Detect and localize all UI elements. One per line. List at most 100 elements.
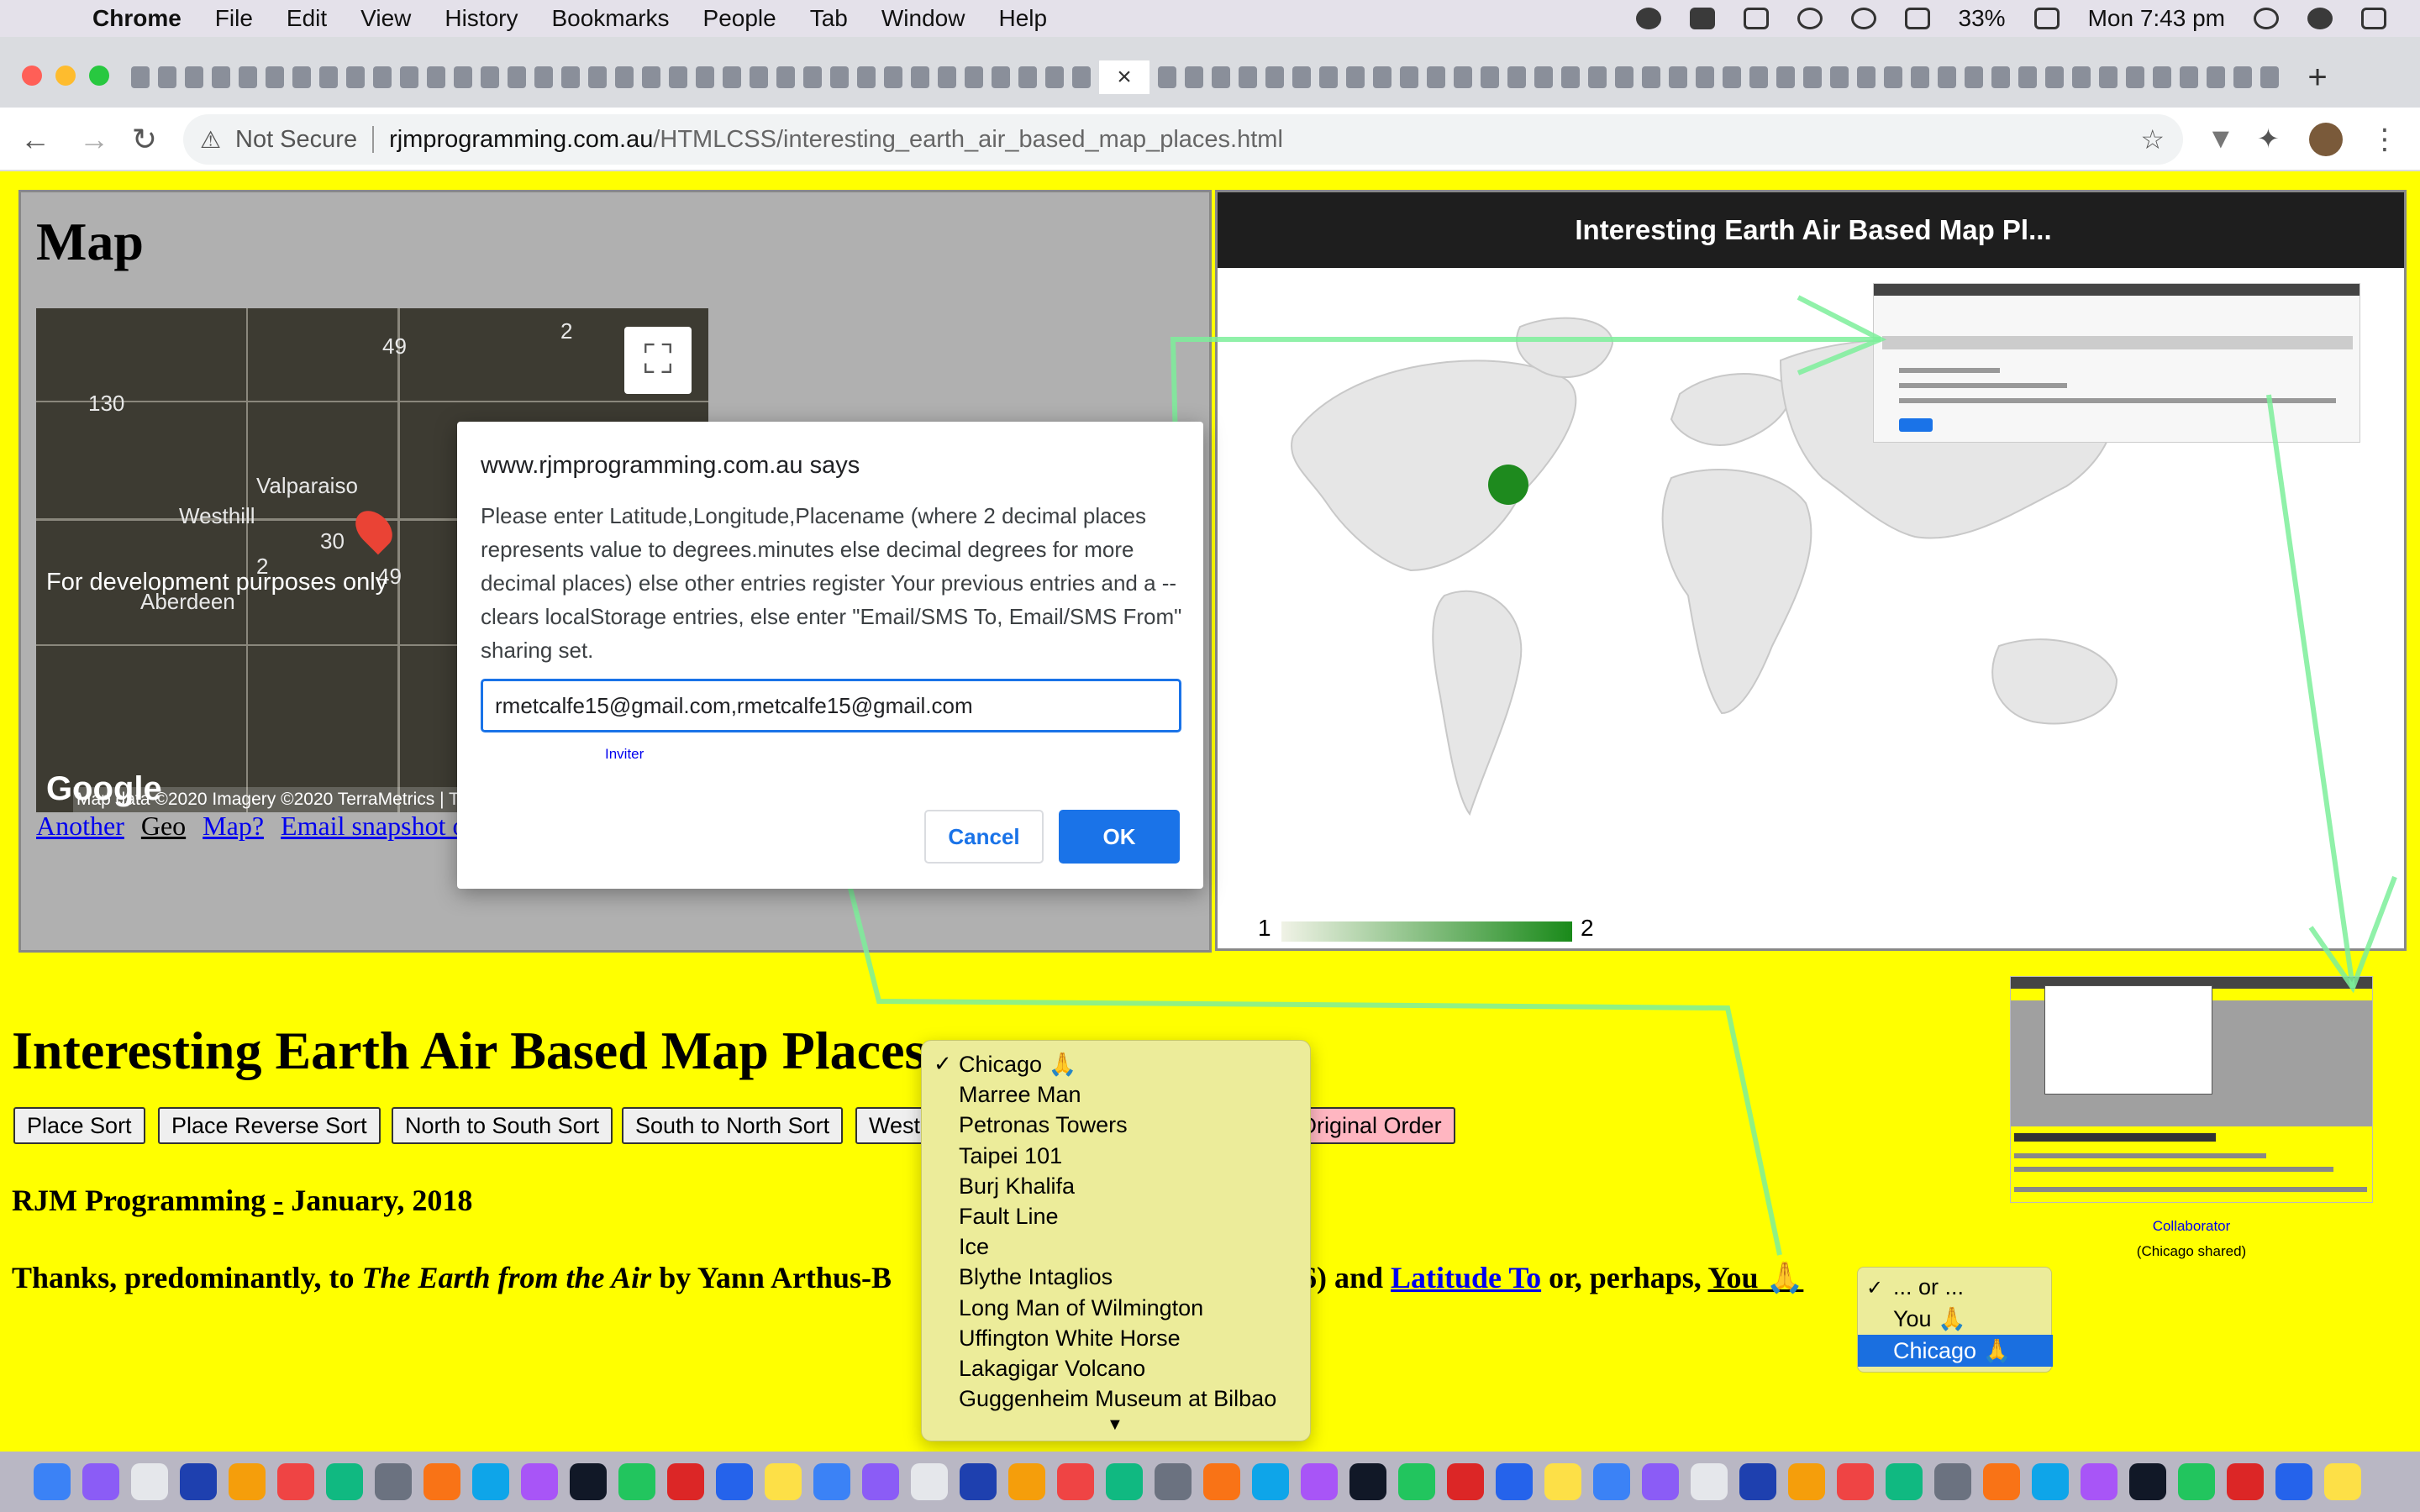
dock-app-icon[interactable] [618,1463,655,1500]
tab-favicon[interactable] [1319,66,1338,88]
place-option[interactable]: Petronas Towers [959,1110,1128,1140]
menu-bar-clock[interactable]: Mon 7:43 pm [2088,5,2225,32]
tab-favicon[interactable] [1454,66,1472,88]
collaborator-link[interactable]: Collaborator [2010,1218,2373,1235]
dock-app-icon[interactable] [1349,1463,1386,1500]
extensions-puzzle-icon[interactable]: ✦ [2257,123,2291,156]
dock-app-icon[interactable] [667,1463,704,1500]
tab-favicon[interactable] [2099,66,2118,88]
spotlight-search-icon[interactable] [2254,8,2279,29]
who-option[interactable]: ... or ... [1858,1271,2053,1303]
dock-app-icon[interactable] [1057,1463,1094,1500]
tab-favicon[interactable] [346,66,365,88]
tab-favicon[interactable] [1239,66,1257,88]
tab-favicon[interactable] [1615,66,1634,88]
place-option[interactable]: Taipei 101 [959,1141,1062,1171]
tab-favicon[interactable] [1642,66,1660,88]
tab-favicon[interactable] [427,66,445,88]
status-extra-icon[interactable] [1635,8,1661,29]
airplay-icon[interactable] [1743,8,1769,29]
dock-app-icon[interactable] [375,1463,412,1500]
tab-favicon[interactable] [1292,66,1311,88]
place-option[interactable]: Marree Man [959,1079,1081,1110]
battery-percent[interactable]: 33% [1959,5,2006,32]
collaborator-thumbnail[interactable] [2010,976,2373,1203]
tab-favicon[interactable] [131,66,150,88]
tab-favicon[interactable] [776,66,795,88]
tab-favicon[interactable] [2233,66,2252,88]
tab-favicon[interactable] [1185,66,1203,88]
tab-favicon[interactable] [1938,66,1956,88]
place-option[interactable]: Lakagigar Volcano [959,1353,1145,1383]
south-to-north-sort-button[interactable]: South to North Sort [622,1107,844,1144]
tab-favicon[interactable] [319,66,338,88]
tab-favicon[interactable] [723,66,741,88]
window-minimize-button[interactable] [55,66,76,86]
dock-app-icon[interactable] [862,1463,899,1500]
original-order-button[interactable]: Original Order [1286,1107,1455,1144]
tab-favicon[interactable] [1400,66,1418,88]
tab-favicon[interactable] [1045,66,1064,88]
app-menu-chrome[interactable]: Chrome [92,5,182,32]
dock-app-icon[interactable] [2178,1463,2215,1500]
dock-app-icon[interactable] [82,1463,119,1500]
tab-favicon[interactable] [508,66,526,88]
chrome-menu-icon[interactable]: ⋮ [2368,123,2402,156]
tab-favicon[interactable] [588,66,607,88]
north-to-south-sort-button[interactable]: North to South Sort [392,1107,613,1144]
place-option[interactable]: Fault Line [959,1201,1059,1231]
dock-app-icon[interactable] [2275,1463,2312,1500]
notification-center-icon[interactable] [2361,8,2386,29]
dock-app-icon[interactable] [424,1463,460,1500]
volume-icon[interactable] [1904,8,1930,29]
dock-app-icon[interactable] [1837,1463,1874,1500]
tab-favicon[interactable] [1776,66,1795,88]
tab-favicon[interactable] [1507,66,1526,88]
tab-favicon[interactable] [1373,66,1392,88]
dock-app-icon[interactable] [1496,1463,1533,1500]
tab-favicon[interactable] [1991,66,2010,88]
tab-favicon[interactable] [454,66,472,88]
dock-app-icon[interactable] [1301,1463,1338,1500]
tab-favicon[interactable] [1265,66,1284,88]
dock-app-icon[interactable] [229,1463,266,1500]
dock-app-icon[interactable] [765,1463,802,1500]
url-host[interactable]: rjmprogramming.com.au [389,126,653,154]
tab-favicon[interactable] [534,66,553,88]
tab-favicon[interactable] [938,66,956,88]
dock-app-icon[interactable] [1008,1463,1045,1500]
menu-edit[interactable]: Edit [287,5,327,32]
tab-favicon[interactable] [373,66,392,88]
tab-favicon[interactable] [1669,66,1687,88]
dock-app-icon[interactable] [716,1463,753,1500]
tab-favicon[interactable] [1965,66,1983,88]
wifi-icon[interactable] [1850,8,1876,29]
tab-favicon[interactable] [884,66,902,88]
extension-v-icon[interactable]: ▼ [2207,123,2240,156]
tab-favicon[interactable] [857,66,876,88]
siri-icon[interactable] [2307,8,2333,29]
place-option[interactable]: Chicago 🙏 [959,1049,1076,1079]
tab-favicon[interactable] [2260,66,2279,88]
tab-favicon[interactable] [1534,66,1553,88]
tab-favicon[interactable] [239,66,257,88]
tab-favicon[interactable] [2072,66,2091,88]
menu-history[interactable]: History [445,5,518,32]
tab-favicon[interactable] [803,66,822,88]
who-option[interactable]: Chicago 🙏 [1858,1335,2053,1367]
link-map[interactable]: Map? [203,811,264,841]
dock-app-icon[interactable] [472,1463,509,1500]
place-option[interactable]: Ice [959,1231,989,1262]
url-path[interactable]: /HTMLCSS/interesting_earth_air_based_map… [653,126,1283,154]
menu-file[interactable]: File [215,5,253,32]
dock-app-icon[interactable] [2081,1463,2118,1500]
you-link[interactable]: You 🙏 [1707,1261,1803,1294]
dock-app-icon[interactable] [1934,1463,1971,1500]
place-option[interactable]: Uffington White Horse [959,1323,1181,1353]
active-tab-close-icon[interactable]: × [1099,60,1150,94]
cancel-button[interactable]: Cancel [924,810,1044,864]
latitude-to-link[interactable]: Latitude To [1391,1261,1541,1294]
tab-favicon[interactable] [1561,66,1580,88]
tab-favicon[interactable] [965,66,983,88]
byline-dash-link[interactable]: - [273,1184,283,1217]
